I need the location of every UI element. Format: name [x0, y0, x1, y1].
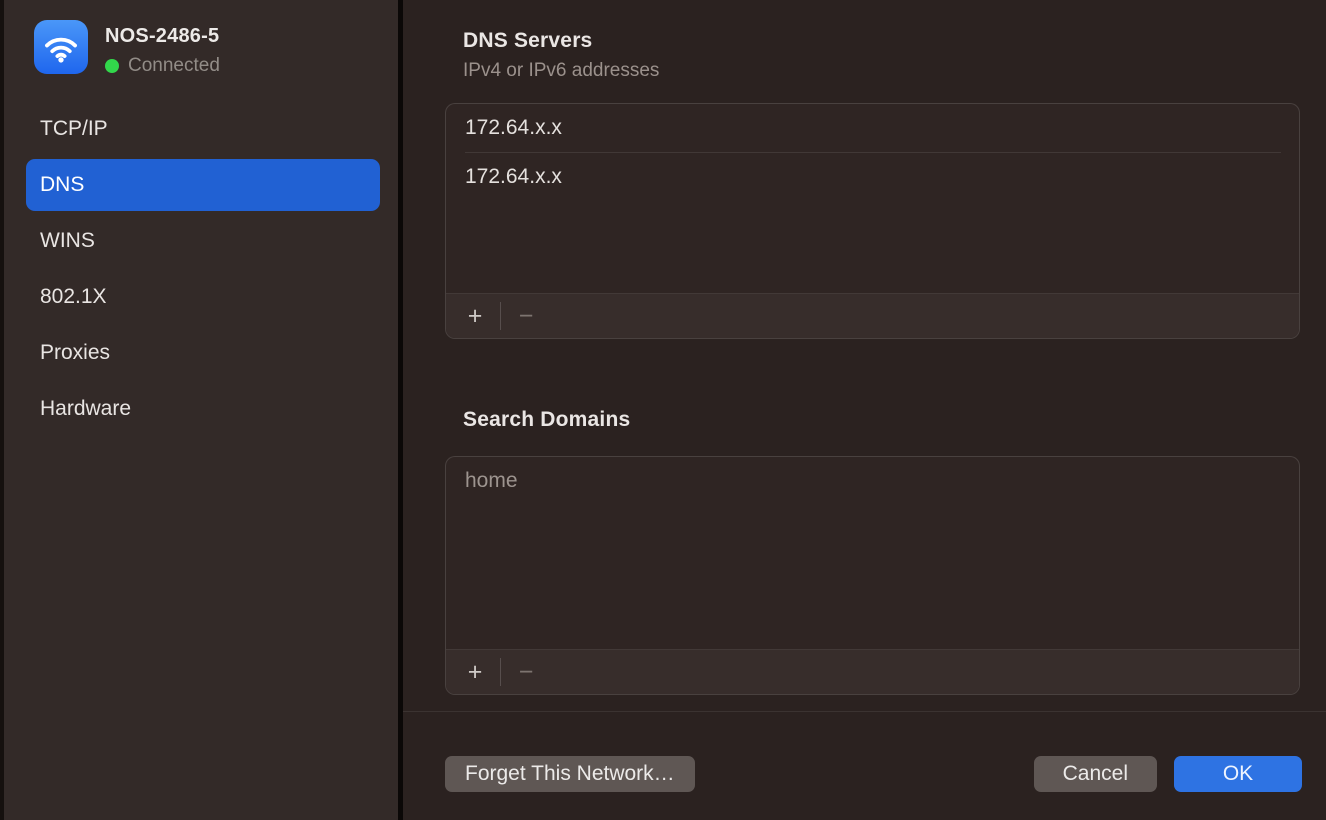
dns-server-entry[interactable]: 172.64.x.x	[446, 153, 1299, 201]
wifi-icon	[34, 20, 88, 74]
dns-servers-list: 172.64.x.x 172.64.x.x	[446, 104, 1299, 293]
dns-servers-title: DNS Servers	[463, 29, 1326, 53]
search-domains-title: Search Domains	[463, 408, 1326, 432]
sidebar-item-hardware[interactable]: Hardware	[26, 383, 380, 435]
ok-button[interactable]: OK	[1174, 756, 1302, 792]
search-domains-toolbar: + −	[446, 649, 1299, 694]
dns-settings-panel: DNS Servers IPv4 or IPv6 addresses 172.6…	[403, 0, 1326, 820]
toolbar-separator	[500, 302, 501, 330]
network-details-window: NOS-2486-5 Connected TCP/IP DNS WINS 802…	[0, 0, 1326, 820]
remove-dns-server-button[interactable]: −	[507, 299, 545, 333]
forget-network-button[interactable]: Forget This Network…	[445, 756, 695, 792]
add-dns-server-button[interactable]: +	[456, 299, 494, 333]
status-row: Connected	[105, 55, 220, 77]
sidebar: NOS-2486-5 Connected TCP/IP DNS WINS 802…	[4, 0, 398, 820]
toolbar-separator	[500, 658, 501, 686]
footer-bar: Forget This Network… Cancel OK	[403, 712, 1326, 792]
dns-server-entry[interactable]: 172.64.x.x	[446, 104, 1299, 152]
add-search-domain-button[interactable]: +	[456, 655, 494, 689]
cancel-button[interactable]: Cancel	[1034, 756, 1157, 792]
remove-search-domain-button[interactable]: −	[507, 655, 545, 689]
dns-servers-toolbar: + −	[446, 293, 1299, 338]
search-domains-list: home	[446, 457, 1299, 649]
connected-dot-icon	[105, 59, 119, 73]
dns-servers-list-box: 172.64.x.x 172.64.x.x + −	[445, 103, 1300, 339]
search-domains-list-box: home + −	[445, 456, 1300, 695]
sidebar-item-tcpip[interactable]: TCP/IP	[26, 103, 380, 155]
dns-servers-subtitle: IPv4 or IPv6 addresses	[463, 60, 1326, 82]
sidebar-nav: TCP/IP DNS WINS 802.1X Proxies Hardware	[4, 103, 398, 435]
connection-status: Connected	[128, 55, 220, 77]
sidebar-item-wins[interactable]: WINS	[26, 215, 380, 267]
network-name: NOS-2486-5	[105, 25, 220, 48]
sidebar-item-proxies[interactable]: Proxies	[26, 327, 380, 379]
sidebar-item-8021x[interactable]: 802.1X	[26, 271, 380, 323]
network-header: NOS-2486-5 Connected	[34, 20, 398, 77]
network-info: NOS-2486-5 Connected	[105, 20, 220, 77]
sidebar-item-dns[interactable]: DNS	[26, 159, 380, 211]
search-domain-entry[interactable]: home	[446, 457, 1299, 505]
